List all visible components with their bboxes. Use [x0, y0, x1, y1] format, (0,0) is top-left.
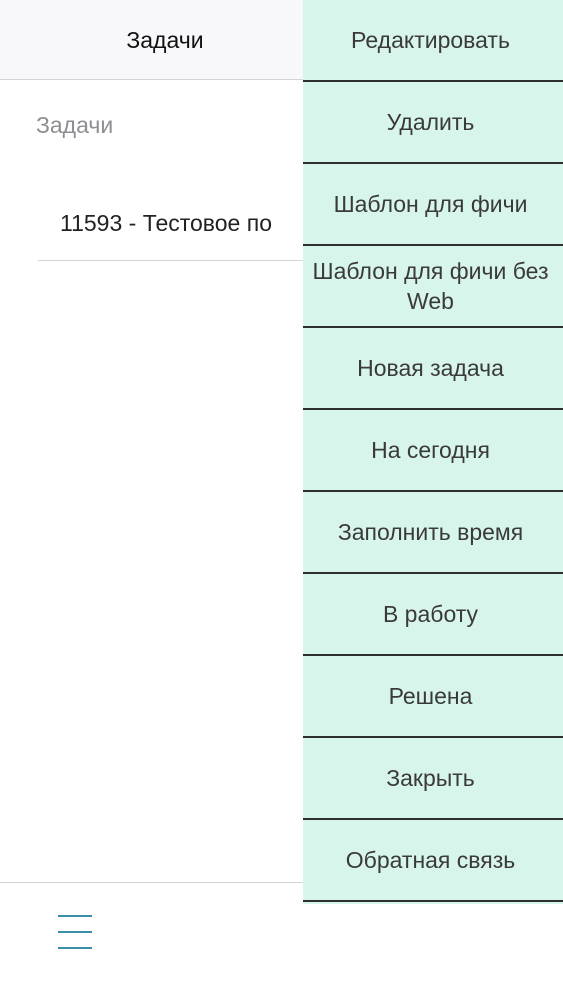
- action-delete-label: Удалить: [386, 109, 475, 135]
- action-in-progress[interactable]: В работу: [303, 574, 563, 656]
- action-feedback-label: Обратная связь: [345, 847, 516, 873]
- action-edit-label: Редактировать: [351, 27, 510, 53]
- action-resolved[interactable]: Решена: [303, 656, 563, 738]
- list-item-label: 11593 - Тестовое по: [60, 210, 272, 236]
- action-fill-time-label: Заполнить время: [337, 519, 524, 545]
- section-header: Задачи: [36, 112, 114, 138]
- action-for-today-label: На сегодня: [371, 437, 490, 463]
- action-delete[interactable]: Удалить: [303, 82, 563, 164]
- action-feedback[interactable]: Обратная связь: [303, 820, 563, 902]
- hamburger-menu-icon[interactable]: [58, 915, 92, 951]
- action-edit[interactable]: Редактировать: [303, 0, 563, 82]
- action-feature-template-no-web-label: Шаблон для фичи без Web: [312, 258, 549, 314]
- action-fill-time[interactable]: Заполнить время: [303, 492, 563, 574]
- action-in-progress-label: В работу: [382, 601, 479, 627]
- action-new-task-label: Новая задача: [357, 355, 504, 381]
- action-resolved-label: Решена: [388, 683, 473, 709]
- action-for-today[interactable]: На сегодня: [303, 410, 563, 492]
- action-new-task[interactable]: Новая задача: [303, 328, 563, 410]
- action-close[interactable]: Закрыть: [303, 738, 563, 820]
- action-feature-template-label: Шаблон для фичи: [333, 191, 528, 217]
- page-title: Задачи: [126, 27, 204, 53]
- action-panel: Редактировать Удалить Шаблон для фичи Ша…: [303, 0, 563, 904]
- action-close-label: Закрыть: [386, 765, 475, 791]
- action-feature-template[interactable]: Шаблон для фичи: [303, 164, 563, 246]
- action-feature-template-no-web[interactable]: Шаблон для фичи без Web: [303, 246, 563, 328]
